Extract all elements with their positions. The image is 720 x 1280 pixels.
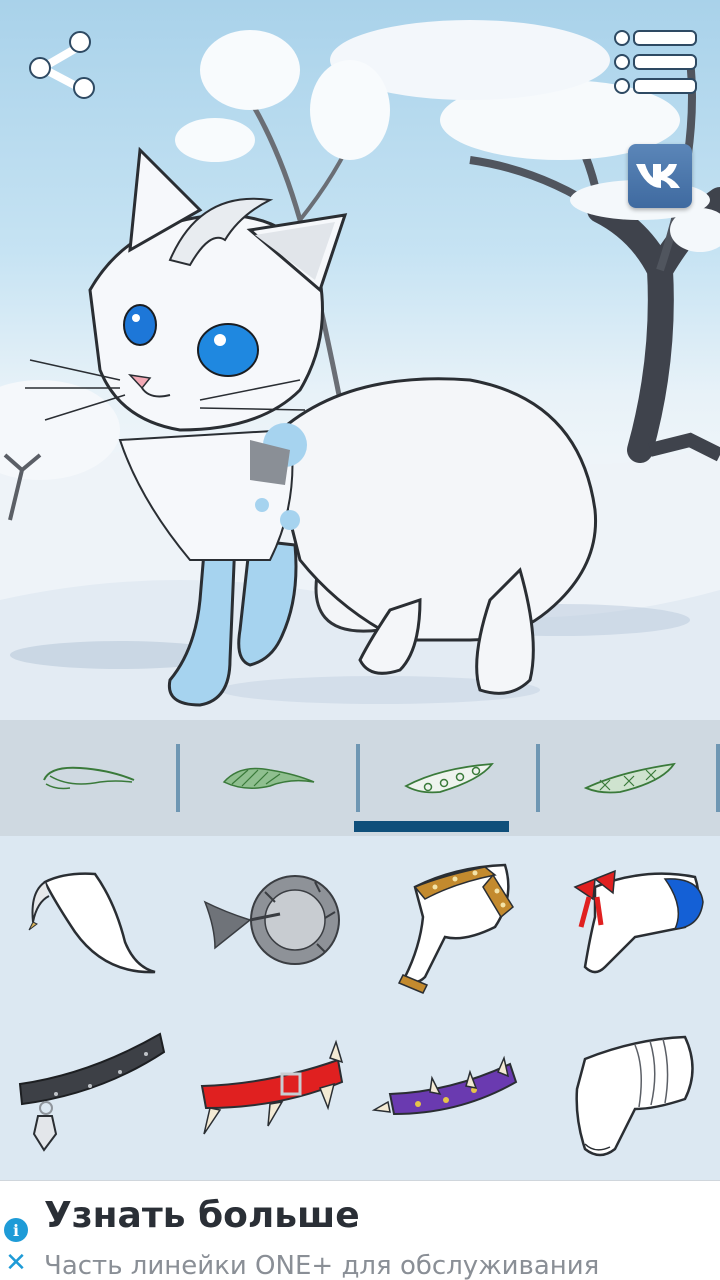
gray-mane-icon [203,875,340,965]
item-white-scrunch-sleeve[interactable] [540,1008,720,1180]
ad-info-icon[interactable]: i [4,1218,28,1242]
black-collar-icon [18,1032,166,1152]
item-gray-mane[interactable] [180,836,360,1008]
list-menu-icon [614,30,697,94]
eyebrow-pierced-icon [404,762,494,794]
white-scrunch-sleeve-icon [575,1035,694,1157]
category-tab-1[interactable] [0,720,180,836]
item-purple-spiked-collar[interactable] [360,1008,540,1180]
category-tab-2[interactable] [180,720,360,836]
selected-tab-indicator [354,821,509,832]
item-grid [0,836,720,1180]
menu-button[interactable] [610,28,700,98]
eyebrow-crossed-icon [583,762,676,794]
item-black-collar[interactable] [0,1008,180,1180]
vk-icon [636,164,680,188]
item-studded-gold-sleeve[interactable] [360,836,540,1008]
item-red-spiked-collar[interactable] [180,1008,360,1180]
category-tabs [0,720,720,836]
share-icon [29,31,95,99]
red-spiked-collar-icon [200,1039,344,1135]
ad-title[interactable]: Узнать больше [44,1195,360,1236]
red-bow-sleeve-icon [573,869,704,974]
ad-banner[interactable]: Узнать больше Часть линейки ONE+ для обс… [0,1180,720,1280]
share-button[interactable] [22,24,104,106]
eyebrow-plain-icon [43,766,135,790]
avatar-preview [0,0,720,720]
studded-gold-sleeve-icon [397,863,514,994]
vk-share-button[interactable] [628,144,692,208]
eyebrow-fluffy-icon [222,767,315,789]
ad-subtitle: Часть линейки ONE+ для обслуживания [44,1251,600,1280]
ad-close-icon[interactable]: ✕ [4,1248,28,1276]
item-red-bow-sleeve[interactable] [540,836,720,1008]
item-white-sleeve[interactable] [0,836,180,1008]
tab-separator [716,744,720,812]
app-root: Узнать больше Часть линейки ONE+ для обс… [0,0,720,1280]
purple-spiked-collar-icon [371,1055,518,1116]
category-tab-4[interactable] [540,720,720,836]
snow-landscape [0,20,720,720]
category-tab-3[interactable] [360,720,540,836]
white-sleeve-icon [28,872,156,974]
